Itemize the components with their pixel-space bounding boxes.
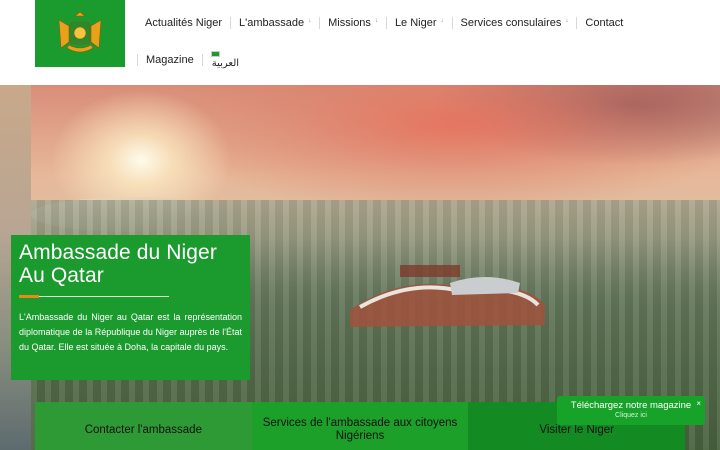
contact-embassy-button[interactable]: Contacter l'ambassade (35, 402, 252, 450)
nav-le-niger[interactable]: Le Niger ↓ (387, 14, 452, 32)
chevron-down-icon: ↓ (440, 18, 444, 24)
secondary-nav: Magazine العربية (137, 50, 247, 70)
niger-coat-of-arms-icon (58, 11, 102, 52)
embassy-services-button[interactable]: Services de l'ambassade aux citoyens Nig… (251, 402, 469, 450)
hero-building (350, 265, 545, 327)
chevron-down-icon: ↓ (565, 18, 569, 24)
hero-description: L'Ambassade du Niger au Qatar est la rep… (19, 312, 242, 352)
close-icon[interactable]: × (696, 399, 701, 408)
hero-card: Ambassade du Niger Au Qatar L'Ambassade d… (11, 235, 250, 380)
magazine-popup-title: Téléchargez notre magazine (570, 400, 692, 411)
nav-magazine[interactable]: Magazine (138, 51, 202, 69)
nav-missions[interactable]: Missions ↓ (320, 14, 386, 32)
title-divider (19, 295, 169, 298)
logo[interactable] (35, 0, 125, 67)
nav-actualites[interactable]: Actualités Niger (137, 14, 230, 32)
magazine-download-popup[interactable]: Téléchargez notre magazine Cliquez ici × (557, 396, 705, 425)
nav-contact[interactable]: Contact (577, 14, 631, 32)
main-nav: Actualités Niger L'ambassade ↓ Missions ↓ … (137, 14, 631, 32)
chevron-down-icon: ↓ (374, 18, 378, 24)
site-header: Actualités Niger L'ambassade ↓ Missions ↓ … (0, 0, 720, 85)
magazine-popup-subtitle: Cliquez ici (615, 412, 647, 419)
hero-title: Ambassade du Niger Au Qatar (19, 241, 217, 287)
nav-services-consulaires[interactable]: Services consulaires ↓ (453, 14, 577, 32)
flag-icon (210, 50, 220, 57)
chevron-down-icon: ↓ (308, 18, 312, 24)
nav-ambassade[interactable]: L'ambassade ↓ (231, 14, 319, 32)
nav-language-arabic[interactable]: العربية (203, 50, 247, 70)
